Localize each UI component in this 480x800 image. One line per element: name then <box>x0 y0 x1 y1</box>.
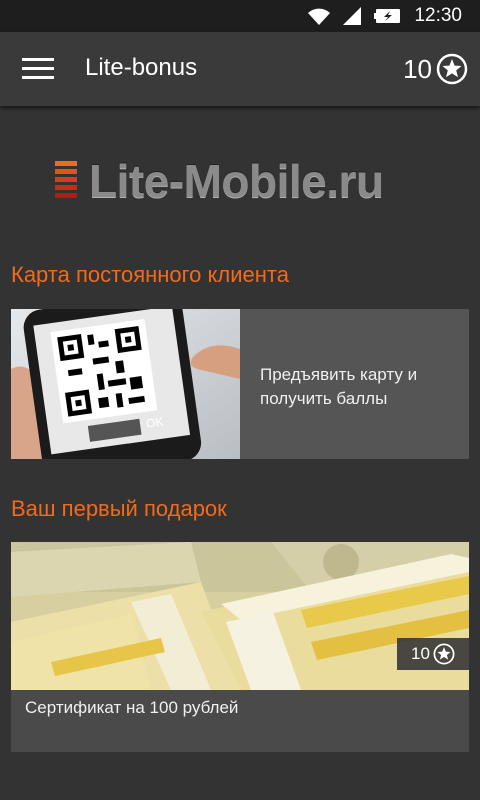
phone-qr-illustration: OK <box>11 309 240 459</box>
gift-points-badge: 10 <box>397 638 469 670</box>
logo-text: Lite-Mobile.ru <box>89 155 384 207</box>
hamburger-menu-button[interactable] <box>22 58 54 80</box>
menu-icon <box>22 58 54 61</box>
status-time: 12:30 <box>414 5 462 26</box>
gift-card[interactable]: 10 Сертификат на 100 рублей <box>11 542 469 752</box>
signal-icon <box>343 7 361 25</box>
wifi-icon <box>308 8 330 25</box>
phone-qr-image: OK <box>11 309 240 459</box>
loyalty-section-title: Карта постоянного клиента <box>11 262 289 287</box>
points-balance[interactable]: 10 <box>403 52 468 86</box>
loyalty-card[interactable]: OK Предъявить карту и получить баллы <box>11 309 469 459</box>
star-coin-icon <box>436 53 468 85</box>
brand-logo: Lite-Mobile.ru <box>55 155 435 208</box>
gift-points-count: 10 <box>411 644 430 663</box>
app-bar: Lite-bonus 10 <box>0 32 480 106</box>
battery-icon <box>374 9 400 23</box>
phone-ok-label: OK <box>145 415 164 431</box>
logo-bars-icon <box>55 161 77 205</box>
status-bar: 12:30 <box>0 0 480 32</box>
app-title: Lite-bonus <box>85 54 198 81</box>
star-coin-icon <box>433 643 455 665</box>
gift-caption: Сертификат на 100 рублей <box>25 698 239 717</box>
loyalty-card-text: Предъявить карту и получить баллы <box>260 365 418 408</box>
gift-section-title: Ваш первый подарок <box>11 496 227 521</box>
points-count: 10 <box>403 53 432 84</box>
